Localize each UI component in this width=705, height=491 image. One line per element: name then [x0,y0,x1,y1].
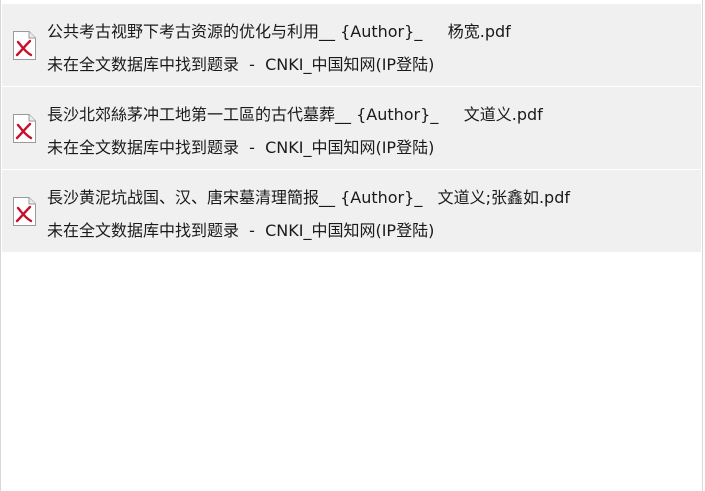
pdf-file-icon [12,113,37,144]
result-item[interactable]: 長沙北郊絲茅冲工地第一工區的古代墓葬__ {Author}_ 文道义.pdf 未… [2,87,701,169]
result-title: 公共考古视野下考古资源的优化与利用__ {Author}_ 杨宽.pdf [47,22,511,41]
pdf-file-icon [12,30,37,61]
result-title: 長沙北郊絲茅冲工地第一工區的古代墓葬__ {Author}_ 文道义.pdf [47,105,543,124]
result-status: 未在全文数据库中找到题录 - CNKI_中国知网(IP登陆) [47,138,435,157]
result-list: 公共考古视野下考古资源的优化与利用__ {Author}_ 杨宽.pdf 未在全… [2,4,701,253]
pdf-file-icon [12,196,37,227]
result-item[interactable]: 長沙黄泥坑战国、汉、唐宋墓清理簡报__ {Author}_ 文道义;张鑫如.pd… [2,170,701,252]
results-pane: 公共考古视野下考古资源的优化与利用__ {Author}_ 杨宽.pdf 未在全… [0,0,703,491]
result-status: 未在全文数据库中找到题录 - CNKI_中国知网(IP登陆) [47,221,435,240]
result-title: 長沙黄泥坑战国、汉、唐宋墓清理簡报__ {Author}_ 文道义;张鑫如.pd… [47,188,570,207]
result-status: 未在全文数据库中找到题录 - CNKI_中国知网(IP登陆) [47,55,435,74]
result-item[interactable]: 公共考古视野下考古资源的优化与利用__ {Author}_ 杨宽.pdf 未在全… [2,4,701,86]
